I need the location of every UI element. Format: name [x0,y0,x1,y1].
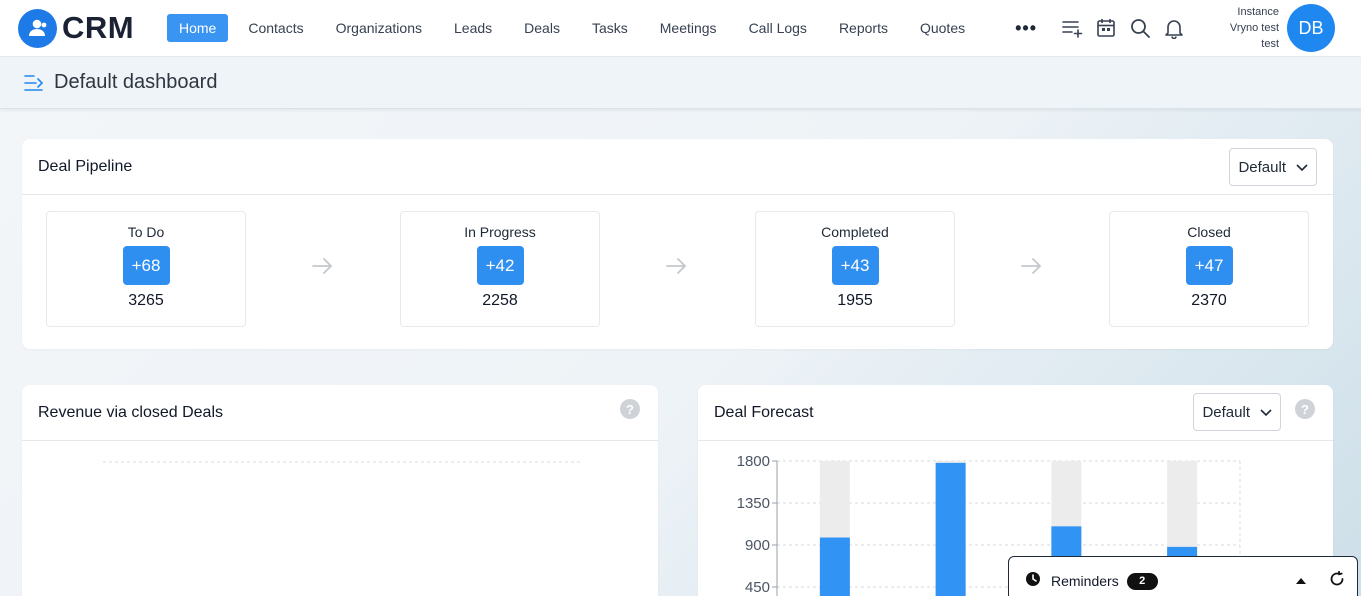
chevron-down-icon [1296,159,1308,176]
arrow-right-icon [666,258,687,274]
help-icon[interactable]: ? [620,399,640,419]
deal-pipeline-header: Deal Pipeline Default [22,139,1333,195]
stage-count: 3265 [128,292,164,309]
sidebar-toggle-icon[interactable] [24,73,44,93]
deal-forecast-header: Deal Forecast Default ? [698,385,1333,441]
nav-home[interactable]: Home [167,14,229,42]
forecast-filter-value: Default [1202,403,1250,421]
instance-line-3: test [1261,38,1280,50]
reminders-label: Reminders [1051,573,1119,589]
nav-tasks[interactable]: Tasks [580,14,640,42]
bar [819,537,850,596]
deal-forecast-title: Deal Forecast [714,403,814,421]
nav-deals[interactable]: Deals [512,14,572,42]
revenue-card: Revenue via closed Deals ? [22,385,658,596]
nav-reports[interactable]: Reports [827,14,900,42]
revenue-header: Revenue via closed Deals ? [22,385,658,441]
pipeline-stages: To Do +68 3265 In Progress +42 2258 Comp… [22,195,1333,349]
reminders-count-badge: 2 [1126,572,1158,590]
y-tick-label: 900 [745,537,770,554]
clock-icon [1025,571,1041,592]
reminders-panel[interactable]: Reminders 2 [1008,556,1358,596]
refresh-icon[interactable] [1329,570,1345,592]
toolbar-icons [1061,17,1197,39]
deal-pipeline-title: Deal Pipeline [38,157,133,175]
dashboard-header: Default dashboard [0,57,1361,109]
brand-logo[interactable]: CRM [18,8,167,48]
stage-name: To Do [127,224,165,240]
bell-icon[interactable] [1163,17,1185,39]
y-tick-label: 450 [745,579,770,596]
instance-name: Instance Vryno test test [1205,4,1279,52]
more-menu-icon[interactable]: ••• [1015,18,1037,39]
arrow-right-icon [1021,258,1042,274]
nav-quotes[interactable]: Quotes [908,14,977,42]
nav-meetings[interactable]: Meetings [648,14,729,42]
deal-pipeline-card: Deal Pipeline Default To Do +68 3265 In … [22,139,1333,349]
revenue-chart [103,461,583,463]
revenue-title: Revenue via closed Deals [38,403,223,421]
pipeline-filter-dropdown[interactable]: Default [1229,148,1317,186]
stage-name: Completed [821,224,889,240]
stage-closed[interactable]: Closed +47 2370 [1109,211,1309,327]
page-title: Default dashboard [54,71,218,93]
user-circle-icon [18,8,57,48]
stage-delta-badge: +43 [831,246,879,285]
arrow-right-icon [312,258,333,274]
pipeline-filter-value: Default [1238,158,1286,176]
main-nav: Home Contacts Organizations Leads Deals … [167,0,1037,57]
stage-delta-badge: +42 [476,246,524,285]
instance-line-1: Instance [1237,6,1280,18]
stage-in-progress[interactable]: In Progress +42 2258 [400,211,600,327]
instance-line-2: Vryno test [1229,22,1280,34]
stage-delta-badge: +47 [1185,246,1233,285]
nav-leads[interactable]: Leads [442,14,504,42]
stage-delta-badge: +68 [122,246,170,285]
stage-completed[interactable]: Completed +43 1955 [755,211,955,327]
search-icon[interactable] [1129,17,1151,39]
chevron-down-icon [1260,404,1272,421]
nav-contacts[interactable]: Contacts [236,14,315,42]
stage-to-do[interactable]: To Do +68 3265 [46,211,246,327]
user-avatar[interactable]: DB [1287,4,1336,52]
top-navbar: CRM Home Contacts Organizations Leads De… [0,0,1361,57]
bar [935,462,966,596]
forecast-filter-dropdown[interactable]: Default [1193,393,1281,431]
nav-call-logs[interactable]: Call Logs [737,14,819,42]
stage-count: 2370 [1191,292,1227,309]
y-tick-label: 1800 [737,453,770,470]
brand-name: CRM [62,10,135,45]
stage-name: In Progress [464,224,536,240]
caret-up-icon[interactable] [1295,572,1307,590]
help-icon[interactable]: ? [1295,399,1315,419]
reminders-actions [1295,570,1345,592]
y-tick-label: 1350 [737,495,770,512]
stage-name: Closed [1187,224,1231,240]
calendar-icon[interactable] [1095,17,1117,39]
stage-count: 2258 [482,292,518,309]
stage-count: 1955 [837,292,873,309]
add-list-icon[interactable] [1061,17,1083,39]
nav-organizations[interactable]: Organizations [324,14,434,42]
